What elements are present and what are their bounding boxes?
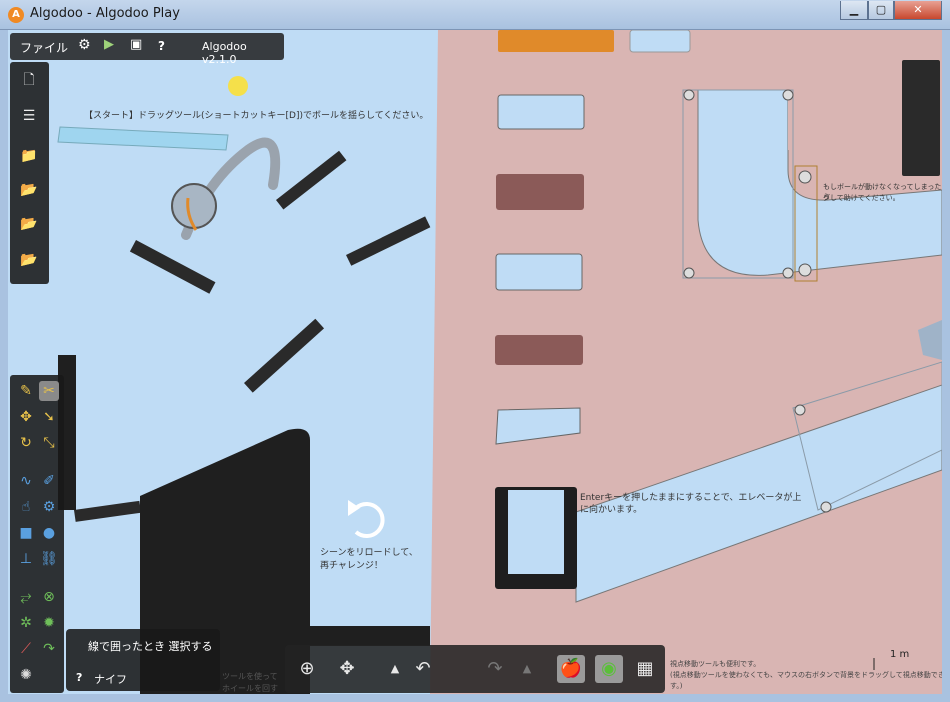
right-hint-line2: (視点移動ツールを使わなくても、マウスの右ボタンで背景をドラッグして視点移動でき… xyxy=(670,671,942,679)
thruster-tool-icon[interactable]: ✹ xyxy=(39,613,59,633)
lesson-folder-icon[interactable]: 📂 xyxy=(19,214,39,234)
window-icon[interactable]: ▣ xyxy=(130,37,142,52)
version-label: Algodoo v2.1.0 xyxy=(202,40,247,66)
help-button[interactable]: ? xyxy=(158,39,165,53)
plane-tool-icon[interactable]: ⊥ xyxy=(16,549,36,569)
reload-arrow-icon xyxy=(348,500,360,516)
circle-tool-icon[interactable]: ● xyxy=(39,523,59,543)
zoom-icon[interactable]: ⊕ xyxy=(293,655,321,683)
file-toolbox: 🗋 ☰ 📁 📂 📂 📂 xyxy=(10,62,49,284)
scene-list-icon[interactable]: ☰ xyxy=(19,106,39,126)
scene-drawing xyxy=(57,30,942,694)
scene-canvas[interactable]: 【スタート】ドラッグツール(ショートカットキー[D])でボールを揺らしてください… xyxy=(8,30,942,694)
maximize-button[interactable]: ▢ xyxy=(868,1,894,20)
new-scene-icon[interactable]: 🗋 xyxy=(19,70,39,90)
hinge-marker[interactable] xyxy=(683,89,695,101)
dark-floor[interactable] xyxy=(310,626,430,646)
sketch-tool-icon[interactable]: ✎ xyxy=(16,381,36,401)
right-hint-line1: 視点移動ツールも便利です。 xyxy=(670,660,761,668)
pendulum-ball[interactable] xyxy=(171,183,217,229)
minimize-button[interactable]: ▁ xyxy=(840,1,868,20)
settings-gear-icon[interactable]: ⚙ xyxy=(78,37,91,53)
window-frame-right xyxy=(942,30,950,702)
window-frame-left xyxy=(0,30,8,702)
scale-label: 1 m xyxy=(890,649,910,660)
close-button[interactable]: ✕ xyxy=(894,1,942,20)
air-friction-toggle-icon[interactable]: ◉ xyxy=(595,655,623,683)
reload-hint-line1: シーンをリロードして、 xyxy=(320,548,418,558)
hinge-marker[interactable] xyxy=(683,267,695,279)
help-icon[interactable]: ? xyxy=(76,671,82,684)
rope-tool-icon[interactable]: ∿ xyxy=(16,471,36,491)
window-frame-bottom xyxy=(0,694,950,702)
top-menubar: ファイル ⚙ ▶ ▣ ? Algodoo v2.1.0 xyxy=(10,33,284,66)
light-block-top[interactable] xyxy=(629,30,691,53)
dark-bar[interactable] xyxy=(276,150,347,210)
open-folder-icon[interactable]: 📁 xyxy=(19,146,39,166)
reload-hint-line2: 再チャレンジ！ xyxy=(320,561,383,571)
select-enclosed-option[interactable]: 線で囲ったとき 選択する xyxy=(88,638,213,654)
glass-bar[interactable] xyxy=(57,126,229,151)
hinge-marker[interactable] xyxy=(798,263,812,277)
pan-icon[interactable]: ✥ xyxy=(333,655,361,683)
slot-brown[interactable] xyxy=(496,174,584,210)
gravity-toggle-icon[interactable]: 🍎 xyxy=(557,655,585,683)
spring-tool-icon[interactable]: ⥂ xyxy=(16,587,36,607)
knife-tool-icon[interactable]: ✂ xyxy=(39,381,59,401)
tool-palette: ✎ ✂ ✥ ➘ ↻ ⤡ ∿ ✐ ☝ ⚙ ■ ● ⊥ ⛓ ⥂ ⊗ ✲ ✹ ⟋ ↷ … xyxy=(10,375,64,693)
move-tool-icon[interactable]: ✥ xyxy=(16,407,36,427)
drag-tool-icon[interactable]: ➘ xyxy=(39,407,59,427)
tool-name-label: ナイフ xyxy=(94,673,127,686)
slot-light[interactable] xyxy=(497,94,585,130)
zoom-tool-icon[interactable]: ✺ xyxy=(16,665,36,685)
dark-block-right[interactable] xyxy=(902,60,940,176)
dark-bar[interactable] xyxy=(346,216,431,266)
reload-icon[interactable] xyxy=(354,502,385,538)
image-folder-icon[interactable]: 📂 xyxy=(19,250,39,270)
box-tool-icon[interactable]: ■ xyxy=(16,523,36,543)
slot-brown[interactable] xyxy=(495,335,583,365)
right-hint-line3: す。) xyxy=(670,682,683,690)
scale-tool-icon[interactable]: ⤡ xyxy=(39,433,59,453)
orange-block[interactable] xyxy=(498,30,614,52)
undo-icon[interactable]: ↶ xyxy=(409,655,437,683)
hinge-marker[interactable] xyxy=(782,89,794,101)
redo-history-icon[interactable]: ▲ xyxy=(513,655,541,683)
chain-tool-icon[interactable]: ⛓ xyxy=(39,549,59,569)
fixate-tool-icon[interactable]: ⊗ xyxy=(39,587,59,607)
hinge-marker[interactable] xyxy=(820,501,832,513)
rotate-tool-icon[interactable]: ↻ xyxy=(16,433,36,453)
ball-hint-line2: グして助けてください。 xyxy=(823,194,900,202)
hinge-marker[interactable] xyxy=(782,267,794,279)
bottom-hint-line2: ホイールを回す xyxy=(222,684,278,693)
dark-bar[interactable] xyxy=(129,240,216,294)
start-hint-text: 【スタート】ドラッグツール(ショートカットキー[D])でボールを揺らしてください… xyxy=(84,111,429,121)
elevator-hint-line2: に向かいます。 xyxy=(580,505,643,515)
tool-options-popup: 線で囲ったとき 選択する ? ナイフ xyxy=(66,629,220,691)
hand-pointer-icon xyxy=(228,76,248,96)
play-icon[interactable]: ▶ xyxy=(104,37,114,52)
gear-tool-icon[interactable]: ⚙ xyxy=(39,497,59,517)
slot-light[interactable] xyxy=(495,253,583,291)
brush-tool-icon[interactable]: ✐ xyxy=(39,471,59,491)
grid-toggle-icon[interactable]: ▦ xyxy=(631,655,659,683)
bottom-hint-line1: ツールを使って xyxy=(222,672,278,681)
elevator-inner xyxy=(508,490,564,574)
bottom-toolbar: ⊕ ✥ ▲ ↶ ↷ ▲ 🍎 ◉ ▦ xyxy=(285,645,665,693)
hand-tool-icon[interactable]: ☝ xyxy=(16,497,36,517)
dark-bar[interactable] xyxy=(74,500,142,522)
algodoo-app-icon: A xyxy=(8,7,24,23)
laser-tool-icon[interactable]: ⟋ xyxy=(16,639,36,659)
tracer-tool-icon[interactable]: ↷ xyxy=(39,639,59,659)
hinge-marker[interactable] xyxy=(794,404,806,416)
window-title: Algodoo - Algodoo Play xyxy=(30,6,180,21)
redo-icon[interactable]: ↷ xyxy=(481,655,509,683)
window-titlebar[interactable]: A Algodoo - Algodoo Play ▁ ▢ ✕ xyxy=(0,0,950,30)
dark-bar[interactable] xyxy=(244,318,325,393)
online-folder-icon[interactable]: 📂 xyxy=(19,180,39,200)
file-menu[interactable]: ファイル xyxy=(20,39,68,56)
axle-tool-icon[interactable]: ✲ xyxy=(16,613,36,633)
undo-history-icon[interactable]: ▲ xyxy=(381,655,409,683)
hinge-marker[interactable] xyxy=(798,170,812,184)
